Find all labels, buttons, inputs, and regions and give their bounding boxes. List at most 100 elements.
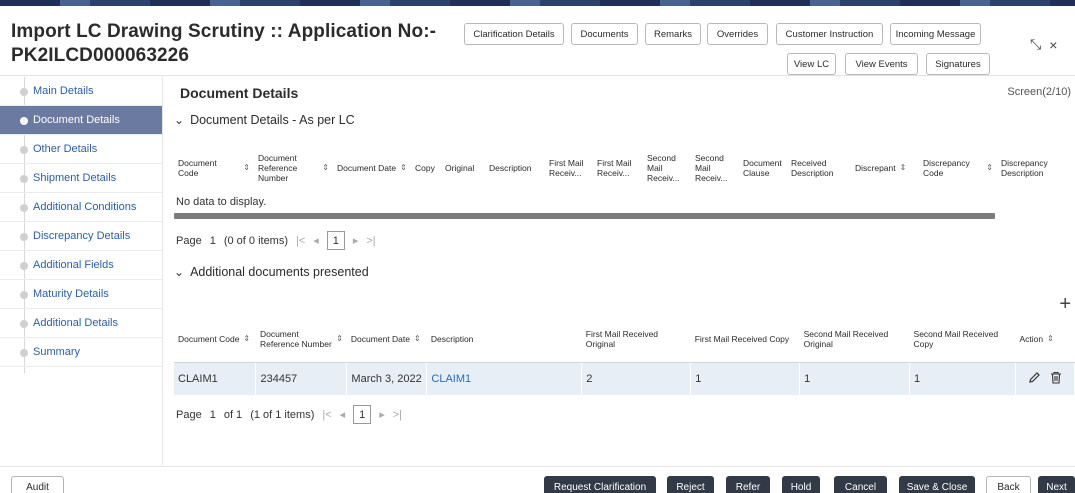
clarification-details-button[interactable]: Clarification Details [464, 23, 564, 45]
column-header: Discrepancy Description [1001, 158, 1048, 178]
add-icon[interactable]: + [1059, 294, 1071, 314]
sort-icon[interactable]: ⇕ [414, 334, 421, 344]
column-header: First Mail Receiv... [549, 158, 584, 178]
column-header[interactable]: Action ⇕ [1015, 317, 1075, 363]
last-page-icon[interactable]: >| [366, 235, 375, 247]
action-cell [1015, 362, 1075, 395]
hold-button[interactable]: Hold [782, 476, 820, 493]
signatures-button[interactable]: Signatures [926, 53, 990, 75]
description-link[interactable]: CLAIM1 [426, 362, 583, 395]
back-button[interactable]: Back [986, 476, 1031, 493]
column-label: Action [1019, 334, 1044, 345]
column-header: Original [445, 163, 475, 173]
next-button[interactable]: Next [1038, 476, 1075, 493]
app-header: Import LC Drawing Scrutiny :: Applicatio… [0, 6, 1075, 76]
page-of: of 1 [223, 408, 243, 421]
column-header[interactable]: Document Date ⇕ [346, 317, 427, 363]
edit-icon[interactable] [1028, 371, 1041, 387]
sidebar-item-label: Maturity Details [33, 288, 109, 300]
column-header: Copy [415, 163, 435, 173]
sidebar-item-additional-fields[interactable]: Additional Fields [0, 251, 162, 280]
column-header[interactable]: Document Date ⇕ [333, 145, 411, 191]
reject-button[interactable]: Reject [667, 476, 714, 493]
view-events-button[interactable]: View Events [845, 53, 918, 75]
title-line-1: Import LC Drawing Scrutiny :: Applicatio… [11, 21, 437, 42]
sidebar-item-additional-conditions[interactable]: Additional Conditions [0, 193, 162, 222]
column-header[interactable]: Document Code ⇕ [174, 317, 256, 363]
sort-icon[interactable]: ⇕ [243, 163, 250, 173]
cancel-button[interactable]: Cancel [834, 476, 887, 493]
column-header[interactable]: Document Code ⇕ [174, 145, 254, 191]
sidebar-item-summary[interactable]: Summary [0, 338, 162, 367]
sort-icon[interactable]: ⇕ [400, 163, 407, 173]
sidebar-item-label: Additional Fields [33, 259, 114, 271]
refer-button[interactable]: Refer [726, 476, 770, 493]
first-page-icon[interactable]: |< [296, 235, 305, 247]
sort-icon[interactable]: ⇕ [900, 163, 907, 173]
sort-icon[interactable]: ⇕ [336, 334, 343, 344]
column-header: Received Description [791, 158, 834, 178]
column-header[interactable]: Discrepant ⇕ [851, 145, 919, 191]
column-header[interactable]: Document Reference Number ⇕ [255, 317, 347, 363]
section-heading: Document Details [180, 85, 299, 101]
column-label: Document Code [178, 158, 217, 178]
sort-icon[interactable]: ⇕ [322, 163, 329, 173]
horizontal-scrollbar[interactable] [174, 213, 995, 219]
documents-button[interactable]: Documents [571, 23, 638, 45]
sort-icon[interactable]: ⇕ [1047, 334, 1054, 344]
customer-instruction-button[interactable]: Customer Instruction [776, 23, 883, 45]
column-label: Discrepant [855, 163, 896, 173]
column-label: Document Date [337, 163, 397, 173]
sidebar-item-shipment-details[interactable]: Shipment Details [0, 164, 162, 193]
save-close-button[interactable]: Save & Close [899, 476, 975, 493]
request-clarification-button[interactable]: Request Clarification [544, 476, 656, 493]
current-page-box[interactable]: 1 [353, 405, 372, 424]
column-header: First Mail Receiv... [597, 158, 632, 178]
empty-table-message: No data to display. [176, 196, 267, 208]
column-header[interactable]: Document Reference Number ⇕ [254, 145, 333, 191]
overrides-button[interactable]: Overrides [707, 23, 768, 45]
page-title: Import LC Drawing Scrutiny :: Applicatio… [11, 20, 436, 68]
sidebar-item-additional-details[interactable]: Additional Details [0, 309, 162, 338]
column-header: Second Mail Receiv... [695, 153, 728, 183]
sort-icon[interactable]: ⇕ [243, 334, 250, 344]
next-page-icon[interactable]: ▸ [379, 408, 385, 421]
sidebar-item-other-details[interactable]: Other Details [0, 135, 162, 164]
audit-button[interactable]: Audit [11, 476, 64, 493]
prev-page-icon[interactable]: ◂ [340, 408, 346, 421]
column-label: Discrepancy Code [923, 158, 970, 178]
chevron-down-icon[interactable]: ⌄ [174, 113, 184, 127]
next-page-icon[interactable]: ▸ [353, 234, 359, 247]
section-header-as-per-lc[interactable]: ⌄ Document Details - As per LC [174, 113, 355, 127]
column-label: Document Date [350, 334, 410, 345]
sidebar-item-discrepancy-details[interactable]: Discrepancy Details [0, 222, 162, 251]
remarks-button[interactable]: Remarks [645, 23, 701, 45]
prev-page-icon[interactable]: ◂ [313, 234, 319, 247]
delete-icon[interactable] [1050, 371, 1062, 387]
column-header[interactable]: Discrepancy Code ⇕ [919, 145, 997, 191]
second-mail-copy-cell: 1 [909, 362, 1016, 395]
sidebar-item-label: Additional Conditions [33, 201, 137, 213]
column-label: Document Reference Number [258, 153, 298, 183]
resize-icon[interactable]: ⤡ [1030, 36, 1041, 53]
incoming-message-button[interactable]: Incoming Message [890, 23, 981, 45]
sort-icon[interactable]: ⇕ [986, 163, 993, 173]
sidebar-item-maturity-details[interactable]: Maturity Details [0, 280, 162, 309]
screen-indicator: Screen(2/10) [1007, 86, 1071, 98]
first-page-icon[interactable]: |< [322, 409, 331, 421]
current-page-box[interactable]: 1 [326, 231, 345, 250]
view-lc-button[interactable]: View LC [787, 53, 836, 75]
footer-bar: Audit Request Clarification Reject Refer… [0, 466, 1075, 493]
sidebar-item-label: Main Details [33, 85, 94, 97]
sidebar-item-main-details[interactable]: Main Details [0, 77, 162, 106]
last-page-icon[interactable]: >| [393, 409, 402, 421]
chevron-down-icon[interactable]: ⌄ [174, 265, 184, 279]
table-row[interactable]: CLAIM1 234457 March 3, 2022 CLAIM1 2 1 1… [174, 362, 1075, 395]
close-icon[interactable]: × [1049, 37, 1057, 53]
page-number: 1 [209, 408, 216, 421]
column-header: Second Mail Received Copy [909, 317, 1016, 363]
step-dot-icon [20, 88, 28, 96]
sidebar-item-document-details[interactable]: Document Details [0, 106, 162, 135]
section-header-additional-documents[interactable]: ⌄ Additional documents presented [174, 265, 369, 279]
sidebar-item-label: Summary [33, 346, 81, 358]
